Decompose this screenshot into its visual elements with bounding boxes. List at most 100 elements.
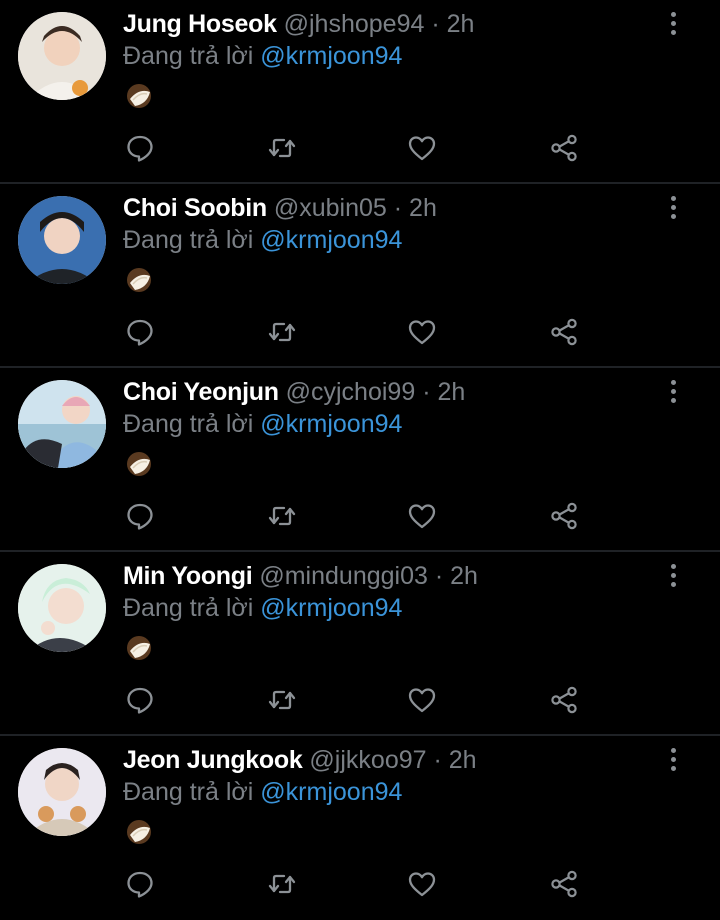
avatar[interactable]: [18, 196, 106, 284]
tweet-header: Jeon Jungkook @jjkkoo97 · 2h: [123, 744, 477, 776]
more-vertical-icon[interactable]: [662, 8, 684, 38]
avatar[interactable]: [18, 380, 106, 468]
timestamp: 2h: [448, 746, 477, 774]
user-handle[interactable]: @xubin05: [274, 194, 387, 222]
tweet-item[interactable]: Min Yoongi @mindunggi03 · 2h Đang trả lờ…: [0, 552, 720, 736]
like-button[interactable]: [404, 680, 440, 720]
reply-prefix: Đang trả lời: [123, 410, 254, 438]
heart-icon: [408, 504, 436, 529]
retweet-icon: [268, 874, 296, 894]
tweet-actions: [120, 680, 590, 720]
retweet-button[interactable]: [264, 864, 300, 904]
replying-to-line: Đang trả lời @krmjoon94: [123, 776, 402, 808]
reply-prefix: Đang trả lời: [123, 42, 254, 70]
avatar[interactable]: [18, 564, 106, 652]
tweet-header: Jung Hoseok @jhshope94 · 2h: [123, 8, 474, 40]
retweet-button[interactable]: [264, 128, 300, 168]
heart-icon: [408, 320, 436, 345]
mention-link[interactable]: @krmjoon94: [260, 778, 402, 806]
timestamp: 2h: [409, 194, 437, 222]
tweet-header: Choi Soobin @xubin05 · 2h: [123, 192, 437, 224]
display-name[interactable]: Min Yoongi: [123, 562, 253, 590]
mention-link[interactable]: @krmjoon94: [260, 226, 402, 254]
heart-icon: [408, 872, 436, 897]
tweet-item[interactable]: Jeon Jungkook @jjkkoo97 · 2h Đang trả lờ…: [0, 736, 720, 920]
replying-to-line: Đang trả lời @krmjoon94: [123, 224, 402, 256]
reply-button[interactable]: [122, 496, 158, 536]
display-name[interactable]: Jeon Jungkook: [123, 746, 303, 774]
separator-dot: ·: [433, 746, 442, 774]
share-icon: [551, 686, 577, 714]
like-button[interactable]: [404, 312, 440, 352]
user-handle[interactable]: @jjkkoo97: [309, 746, 426, 774]
reply-button[interactable]: [122, 312, 158, 352]
user-handle[interactable]: @mindunggi03: [259, 562, 428, 590]
avatar[interactable]: [18, 12, 106, 100]
like-button[interactable]: [404, 864, 440, 904]
coconut-emoji: 🥥: [125, 266, 153, 294]
share-button[interactable]: [546, 864, 582, 904]
tweet-header: Choi Yeonjun @cyjchoi99 · 2h: [123, 376, 465, 408]
user-handle[interactable]: @jhshope94: [284, 10, 425, 38]
timestamp: 2h: [446, 10, 475, 38]
tweet-item[interactable]: Choi Yeonjun @cyjchoi99 · 2h Đang trả lờ…: [0, 368, 720, 552]
reply-button[interactable]: [122, 864, 158, 904]
heart-icon: [408, 688, 436, 713]
heart-icon: [408, 136, 436, 161]
share-button[interactable]: [546, 680, 582, 720]
tweet-actions: [120, 864, 590, 904]
retweet-icon: [268, 138, 296, 158]
tweet-item[interactable]: Choi Soobin @xubin05 · 2h Đang trả lời @…: [0, 184, 720, 368]
display-name[interactable]: Jung Hoseok: [123, 10, 277, 38]
like-button[interactable]: [404, 128, 440, 168]
timestamp: 2h: [450, 562, 478, 590]
like-button[interactable]: [404, 496, 440, 536]
retweet-button[interactable]: [264, 312, 300, 352]
replying-to-line: Đang trả lời @krmjoon94: [123, 40, 402, 72]
coconut-emoji: 🥥: [125, 634, 153, 662]
tweet-actions: [120, 128, 590, 168]
share-button[interactable]: [546, 496, 582, 536]
reply-icon: [127, 871, 153, 898]
replying-to-line: Đang trả lời @krmjoon94: [123, 408, 402, 440]
coconut-emoji: 🥥: [125, 82, 153, 110]
avatar[interactable]: [18, 748, 106, 836]
more-vertical-icon[interactable]: [662, 744, 684, 774]
share-button[interactable]: [546, 312, 582, 352]
tweet-header: Min Yoongi @mindunggi03 · 2h: [123, 560, 478, 592]
separator-dot: ·: [431, 10, 440, 38]
share-icon: [551, 870, 577, 898]
retweet-icon: [268, 690, 296, 710]
coconut-emoji: 🥥: [125, 818, 153, 846]
reply-icon: [127, 687, 153, 714]
timestamp: 2h: [437, 378, 466, 406]
more-vertical-icon[interactable]: [662, 560, 684, 590]
share-icon: [551, 502, 577, 530]
retweet-icon: [268, 322, 296, 342]
tweet-item[interactable]: Jung Hoseok @jhshope94 · 2h Đang trả lời…: [0, 0, 720, 184]
mention-link[interactable]: @krmjoon94: [260, 410, 402, 438]
retweet-button[interactable]: [264, 680, 300, 720]
tweet-feed: Jung Hoseok @jhshope94 · 2h Đang trả lời…: [0, 0, 720, 920]
user-handle[interactable]: @cyjchoi99: [286, 378, 416, 406]
mention-link[interactable]: @krmjoon94: [260, 594, 402, 622]
display-name[interactable]: Choi Soobin: [123, 194, 267, 222]
retweet-button[interactable]: [264, 496, 300, 536]
reply-button[interactable]: [122, 680, 158, 720]
separator-dot: ·: [422, 378, 431, 406]
reply-prefix: Đang trả lời: [123, 778, 254, 806]
separator-dot: ·: [434, 562, 444, 590]
more-vertical-icon[interactable]: [662, 376, 684, 406]
more-vertical-icon[interactable]: [662, 192, 684, 222]
reply-icon: [127, 503, 153, 530]
share-button[interactable]: [546, 128, 582, 168]
reply-button[interactable]: [122, 128, 158, 168]
replying-to-line: Đang trả lời @krmjoon94: [123, 592, 402, 624]
separator-dot: ·: [393, 194, 403, 222]
reply-prefix: Đang trả lời: [123, 226, 254, 254]
reply-icon: [127, 319, 153, 346]
retweet-icon: [268, 506, 296, 526]
display-name[interactable]: Choi Yeonjun: [123, 378, 279, 406]
reply-icon: [127, 135, 153, 162]
mention-link[interactable]: @krmjoon94: [260, 42, 402, 70]
